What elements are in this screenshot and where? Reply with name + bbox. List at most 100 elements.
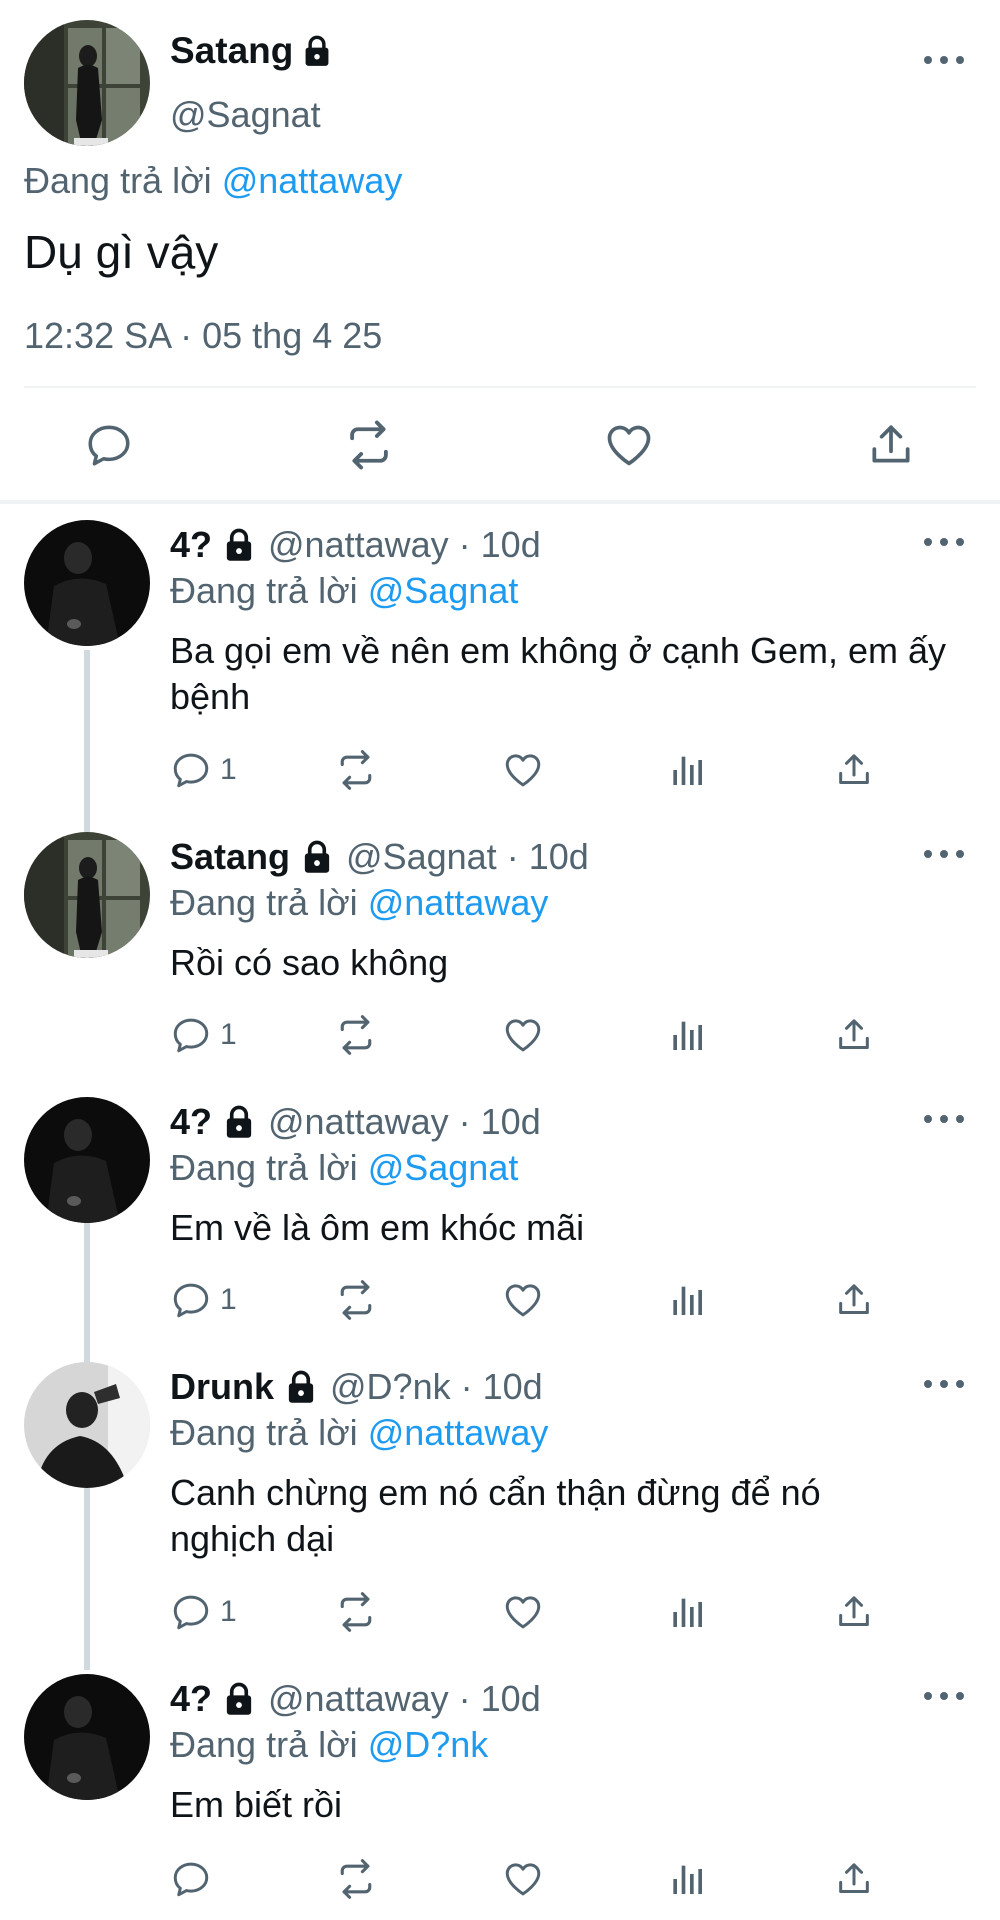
views-button[interactable] — [668, 1010, 708, 1060]
author-name[interactable]: 4? — [170, 1678, 212, 1720]
mention-link[interactable]: @nattaway — [222, 160, 403, 201]
like-button[interactable] — [502, 1587, 544, 1637]
like-button[interactable] — [502, 1854, 544, 1904]
more-options-icon[interactable] — [924, 48, 964, 72]
tweet-actions: 1 — [0, 1010, 1000, 1060]
more-options-icon[interactable] — [924, 1684, 964, 1708]
reply-button[interactable] — [170, 1854, 220, 1904]
more-options-icon[interactable] — [924, 1372, 964, 1396]
replying-prefix: Đang trả lời — [170, 882, 358, 923]
share-button[interactable] — [856, 410, 926, 480]
reply-tweet[interactable]: Drunk @D?nk · 10d Đang trả lời @nattaway… — [0, 1362, 1000, 1622]
like-button[interactable] — [502, 1010, 544, 1060]
replying-to-line: Đang trả lời @Sagnat — [170, 1147, 518, 1189]
retweet-button[interactable] — [334, 1587, 378, 1637]
views-button[interactable] — [668, 1854, 708, 1904]
share-icon — [834, 1859, 874, 1899]
reply-button[interactable]: 1 — [170, 1275, 237, 1325]
share-button[interactable] — [834, 1275, 874, 1325]
retweet-button[interactable] — [334, 410, 404, 480]
like-icon — [502, 1014, 544, 1056]
separator-dot: · — [458, 524, 471, 565]
replying-to-line: Đang trả lời @D?nk — [170, 1724, 488, 1766]
reply-tweet[interactable]: Satang @Sagnat · 10d Đang trả lời @natta… — [0, 832, 1000, 1062]
retweet-icon — [334, 1278, 378, 1322]
tweet-text: Canh chừng em nó cẩn thận đừng để nó ngh… — [170, 1472, 821, 1559]
reply-button[interactable]: 1 — [170, 745, 237, 795]
replying-prefix: Đang trả lời — [170, 570, 358, 611]
author-handle[interactable]: @nattaway — [268, 1101, 449, 1143]
reply-header: 4? @nattaway · 10d — [170, 524, 541, 566]
mention-link[interactable]: @Sagnat — [368, 1147, 519, 1188]
tweet-time[interactable]: 10d — [529, 836, 589, 878]
share-button[interactable] — [834, 1010, 874, 1060]
retweet-button[interactable] — [334, 1010, 378, 1060]
like-icon — [502, 1858, 544, 1900]
lock-icon — [222, 1105, 256, 1139]
author-name-row[interactable]: Satang — [170, 30, 331, 72]
avatar-photo-icon — [24, 1362, 150, 1488]
retweet-button[interactable] — [334, 745, 378, 795]
lock-icon — [300, 840, 334, 874]
reply-icon — [170, 1858, 212, 1900]
tweet-time[interactable]: 10d — [481, 1101, 541, 1143]
like-button[interactable] — [594, 410, 664, 480]
author-handle[interactable]: @Sagnat — [346, 836, 497, 878]
mention-link[interactable]: @D?nk — [368, 1724, 489, 1765]
main-tweet: Satang @Sagnat Đang trả lời @nattaway Dụ… — [0, 0, 1000, 505]
more-options-icon[interactable] — [924, 842, 964, 866]
like-icon — [603, 419, 655, 471]
views-button[interactable] — [668, 1587, 708, 1637]
reply-tweet[interactable]: 4? @nattaway · 10d Đang trả lời @D?nk Em… — [0, 1674, 1000, 1914]
like-button[interactable] — [502, 745, 544, 795]
retweet-button[interactable] — [334, 1854, 378, 1904]
share-icon — [834, 1015, 874, 1055]
tweet-actions — [0, 1854, 1000, 1904]
like-icon — [502, 1591, 544, 1633]
views-icon — [668, 1015, 708, 1055]
views-icon — [668, 1592, 708, 1632]
tweet-time[interactable]: 10d — [483, 1366, 543, 1408]
author-name[interactable]: 4? — [170, 524, 212, 566]
more-options-icon[interactable] — [924, 530, 964, 554]
reply-button[interactable] — [74, 410, 144, 480]
reply-tweet[interactable]: 4? @nattaway · 10d Đang trả lời @Sagnat … — [0, 520, 1000, 780]
views-button[interactable] — [668, 745, 708, 795]
like-button[interactable] — [502, 1275, 544, 1325]
author-handle[interactable]: @nattaway — [268, 1678, 449, 1720]
author-name[interactable]: Satang — [170, 30, 293, 72]
avatar[interactable] — [24, 832, 150, 958]
author-handle[interactable]: @nattaway — [268, 524, 449, 566]
section-separator — [0, 500, 1000, 504]
avatar[interactable] — [24, 1674, 150, 1800]
reply-button[interactable]: 1 — [170, 1010, 237, 1060]
avatar[interactable] — [24, 1097, 150, 1223]
avatar[interactable] — [24, 520, 150, 646]
mention-link[interactable]: @Sagnat — [368, 570, 519, 611]
author-handle[interactable]: @Sagnat — [170, 94, 321, 136]
replying-to-line: Đang trả lời @nattaway — [170, 882, 548, 924]
views-button[interactable] — [668, 1275, 708, 1325]
reply-tweet[interactable]: 4? @nattaway · 10d Đang trả lời @Sagnat … — [0, 1097, 1000, 1327]
author-name[interactable]: 4? — [170, 1101, 212, 1143]
reply-button[interactable]: 1 — [170, 1587, 237, 1637]
avatar[interactable] — [24, 1362, 150, 1488]
mention-link[interactable]: @nattaway — [368, 1412, 549, 1453]
tweet-time[interactable]: 10d — [481, 1678, 541, 1720]
like-icon — [502, 1279, 544, 1321]
avatar-photo-icon — [24, 832, 150, 958]
more-options-icon[interactable] — [924, 1107, 964, 1131]
mention-link[interactable]: @nattaway — [368, 882, 549, 923]
reply-icon — [84, 420, 134, 470]
author-handle[interactable]: @D?nk — [330, 1366, 451, 1408]
share-button[interactable] — [834, 1587, 874, 1637]
tweet-time[interactable]: 10d — [481, 524, 541, 566]
author-name[interactable]: Drunk — [170, 1366, 274, 1408]
tweet-timestamp[interactable]: 12:32 SA · 05 thg 4 25 — [24, 315, 382, 357]
share-button[interactable] — [834, 745, 874, 795]
author-name[interactable]: Satang — [170, 836, 290, 878]
tweet-text: Em biết rồi — [170, 1784, 343, 1825]
share-button[interactable] — [834, 1854, 874, 1904]
avatar[interactable] — [24, 20, 150, 146]
retweet-button[interactable] — [334, 1275, 378, 1325]
